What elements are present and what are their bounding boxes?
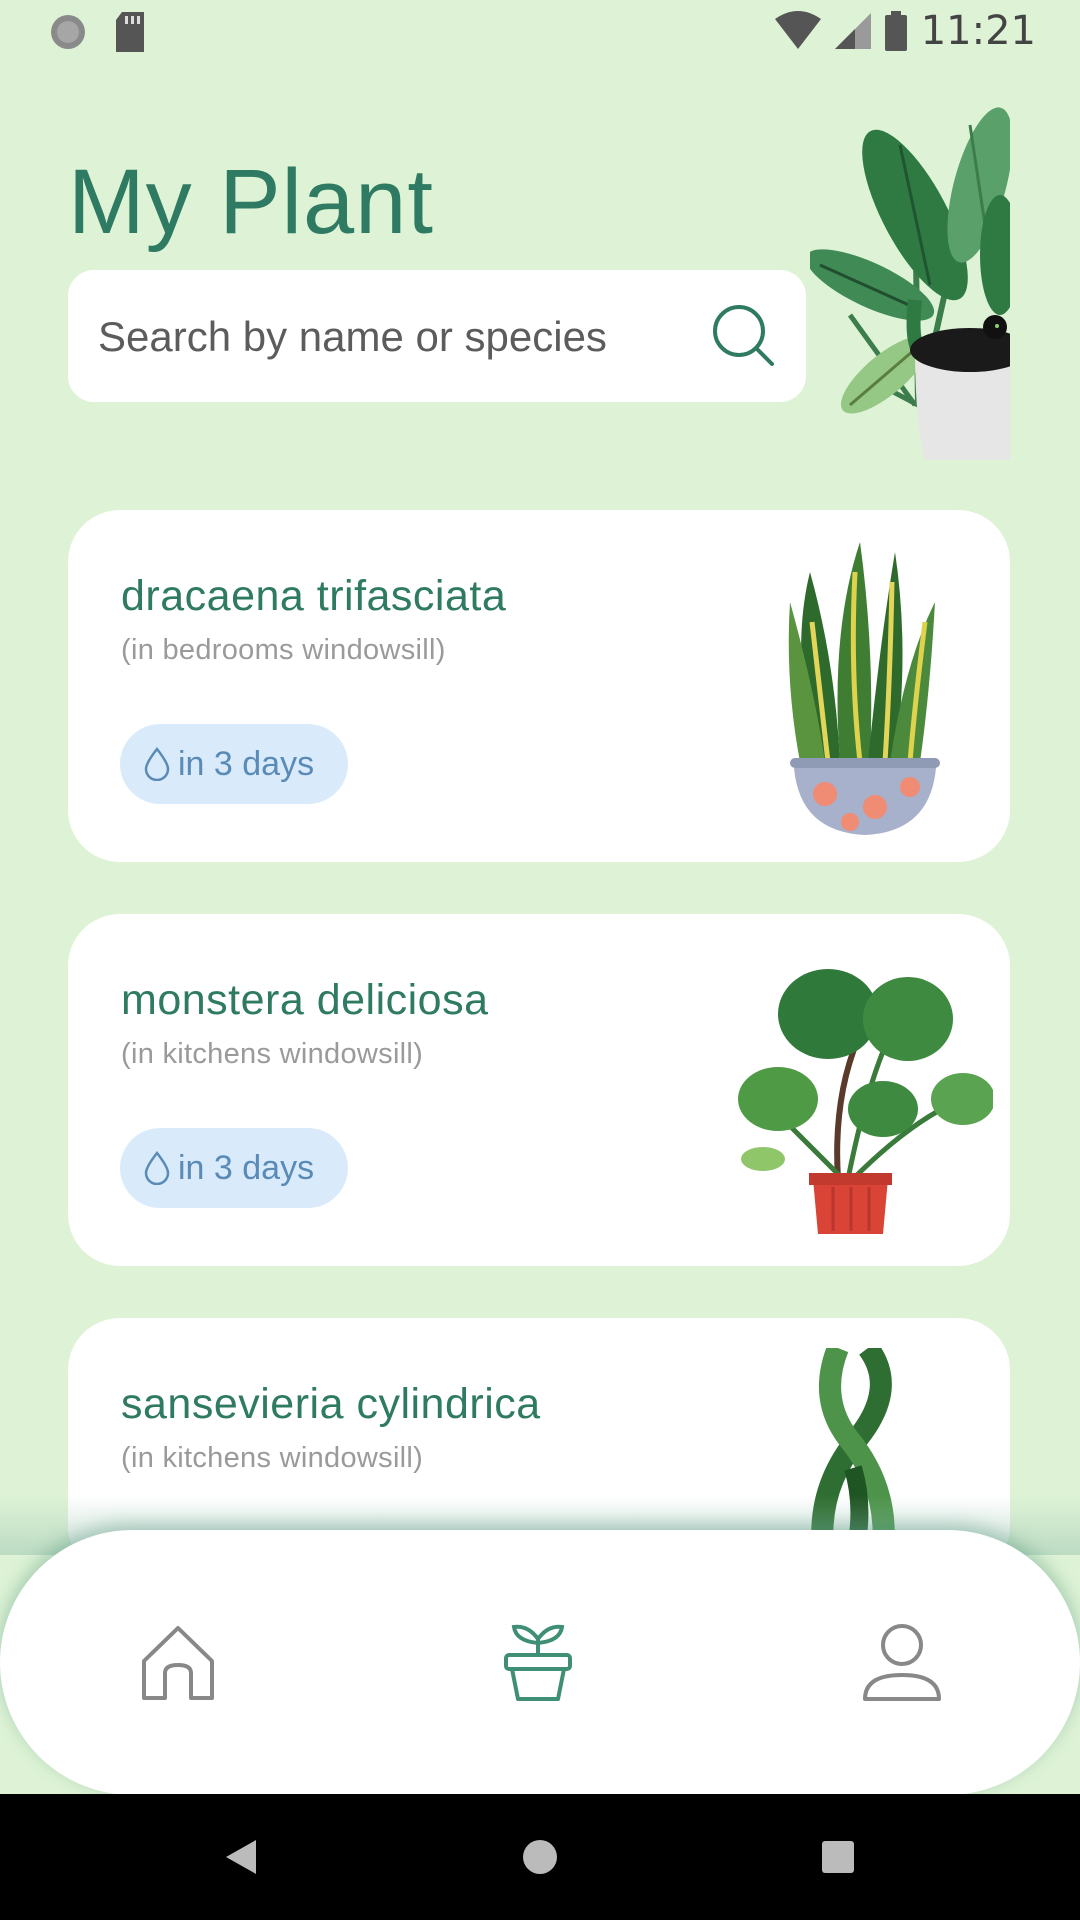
nav-profile-button[interactable]	[857, 1618, 947, 1708]
header-plant-illustration	[810, 107, 1010, 460]
search-input[interactable]	[96, 270, 700, 404]
plant-name: sansevieria cylindrica	[121, 1380, 541, 1428]
status-bar: 11:21	[0, 0, 1080, 64]
monstera-plant-image	[738, 969, 993, 1234]
battery-icon	[884, 11, 907, 51]
bottom-navigation	[0, 1530, 1080, 1795]
snake-plant-image	[788, 542, 940, 835]
plant-name: monstera deliciosa	[121, 976, 489, 1024]
plant-card[interactable]: dracaena trifasciata (in bedrooms window…	[68, 510, 1010, 862]
wifi-icon	[774, 11, 821, 49]
search-icon[interactable]	[710, 302, 776, 368]
sync-icon	[51, 15, 85, 49]
page-title: My Plant	[68, 151, 434, 253]
sd-card-icon	[116, 12, 144, 52]
plant-pot-icon	[504, 1624, 572, 1701]
status-time: 11:21	[920, 8, 1036, 54]
watering-text: in 3 days	[178, 744, 315, 783]
plant-location: (in bedrooms windowsill)	[121, 634, 446, 666]
nav-home-button[interactable]	[133, 1618, 223, 1708]
home-circle-icon	[523, 1840, 557, 1874]
watering-text: in 3 days	[178, 1148, 315, 1187]
cell-signal-icon	[834, 13, 871, 49]
nav-plants-button[interactable]	[493, 1618, 583, 1708]
watering-badge: in 3 days	[120, 724, 349, 804]
recents-button[interactable]	[813, 1832, 863, 1882]
profile-icon	[863, 1624, 941, 1701]
water-drop-icon	[144, 747, 170, 781]
plant-location: (in kitchens windowsill)	[121, 1038, 424, 1070]
recents-square-icon	[822, 1841, 854, 1873]
water-drop-icon	[144, 1151, 170, 1185]
plant-location: (in kitchens windowsill)	[121, 1442, 424, 1474]
plant-card[interactable]: monstera deliciosa (in kitchens windowsi…	[68, 914, 1010, 1266]
back-button[interactable]	[216, 1832, 266, 1882]
home-system-button[interactable]	[515, 1832, 565, 1882]
system-navigation-bar	[0, 1794, 1080, 1920]
plant-name: dracaena trifasciata	[121, 572, 507, 620]
search-bar[interactable]	[68, 270, 806, 404]
watering-badge: in 3 days	[120, 1128, 349, 1208]
back-triangle-icon	[226, 1840, 256, 1874]
home-icon	[142, 1626, 214, 1700]
